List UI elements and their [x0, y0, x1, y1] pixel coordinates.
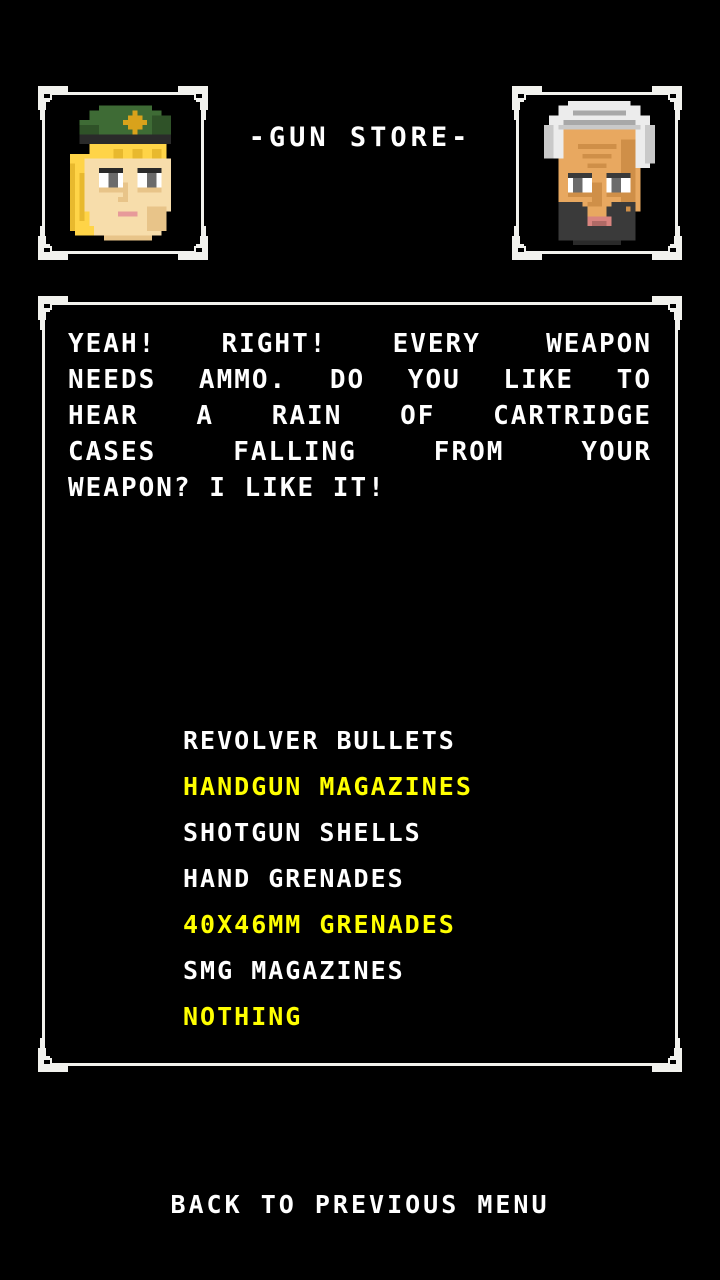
menu-item-shotgun-shells[interactable]: SHOTGUN SHELLS — [183, 810, 663, 856]
panel-edge-top — [44, 302, 676, 305]
panel-edge-right — [675, 304, 678, 1064]
dialogue-line: NEEDS AMMO. DO YOU LIKE TO — [68, 365, 652, 395]
frame-edge-bottom — [44, 251, 202, 254]
frame-edge-left — [42, 94, 45, 252]
frame-edge-right — [675, 94, 678, 252]
menu-item-hand-grenades[interactable]: HAND GRENADES — [183, 856, 663, 902]
menu-item-handgun-magazines[interactable]: HANDGUN MAGAZINES — [183, 764, 663, 810]
player-portrait-frame — [38, 86, 208, 260]
revolver-icon — [642, 1036, 688, 1076]
frame-edge-left — [516, 94, 519, 252]
revolver-icon — [32, 1036, 78, 1076]
store-panel: YEAH! RIGHT! EVERY WEAPON NEEDS AMMO. DO… — [38, 296, 682, 1072]
dialogue-text: YEAH! RIGHT! EVERY WEAPON NEEDS AMMO. DO… — [68, 326, 652, 506]
gun-dealer-portrait — [520, 96, 674, 250]
back-to-previous-menu-button[interactable]: BACK TO PREVIOUS MENU — [0, 1190, 720, 1219]
frame-edge-top — [518, 92, 676, 95]
menu-item-nothing[interactable]: NOTHING — [183, 994, 663, 1040]
dialogue-line: YEAH! RIGHT! EVERY WEAPON — [68, 329, 652, 359]
panel-edge-left — [42, 304, 45, 1064]
gun-store-screen: -GUN STORE- YEAH! RIGHT! EVERY WEAPON NE… — [0, 0, 720, 1280]
dialogue-line: WEAPON? I LIKE IT! — [68, 473, 386, 503]
frame-edge-right — [201, 94, 204, 252]
menu-item-smg-magazines[interactable]: SMG MAGAZINES — [183, 948, 663, 994]
frame-edge-bottom — [518, 251, 676, 254]
dialogue-line: HEAR A RAIN OF CARTRIDGE — [68, 401, 652, 431]
dealer-portrait-frame — [512, 86, 682, 260]
dialogue-line: CASES FALLING FROM YOUR — [68, 437, 652, 467]
menu-item-40x46mm-grenades[interactable]: 40X46MM GRENADES — [183, 902, 663, 948]
panel-edge-bottom — [44, 1063, 676, 1066]
frame-edge-top — [44, 92, 202, 95]
player-soldier-portrait — [46, 96, 200, 250]
menu-item-revolver-bullets[interactable]: REVOLVER BULLETS — [183, 718, 663, 764]
ammo-menu: REVOLVER BULLETS HANDGUN MAGAZINES SHOTG… — [183, 718, 663, 1040]
